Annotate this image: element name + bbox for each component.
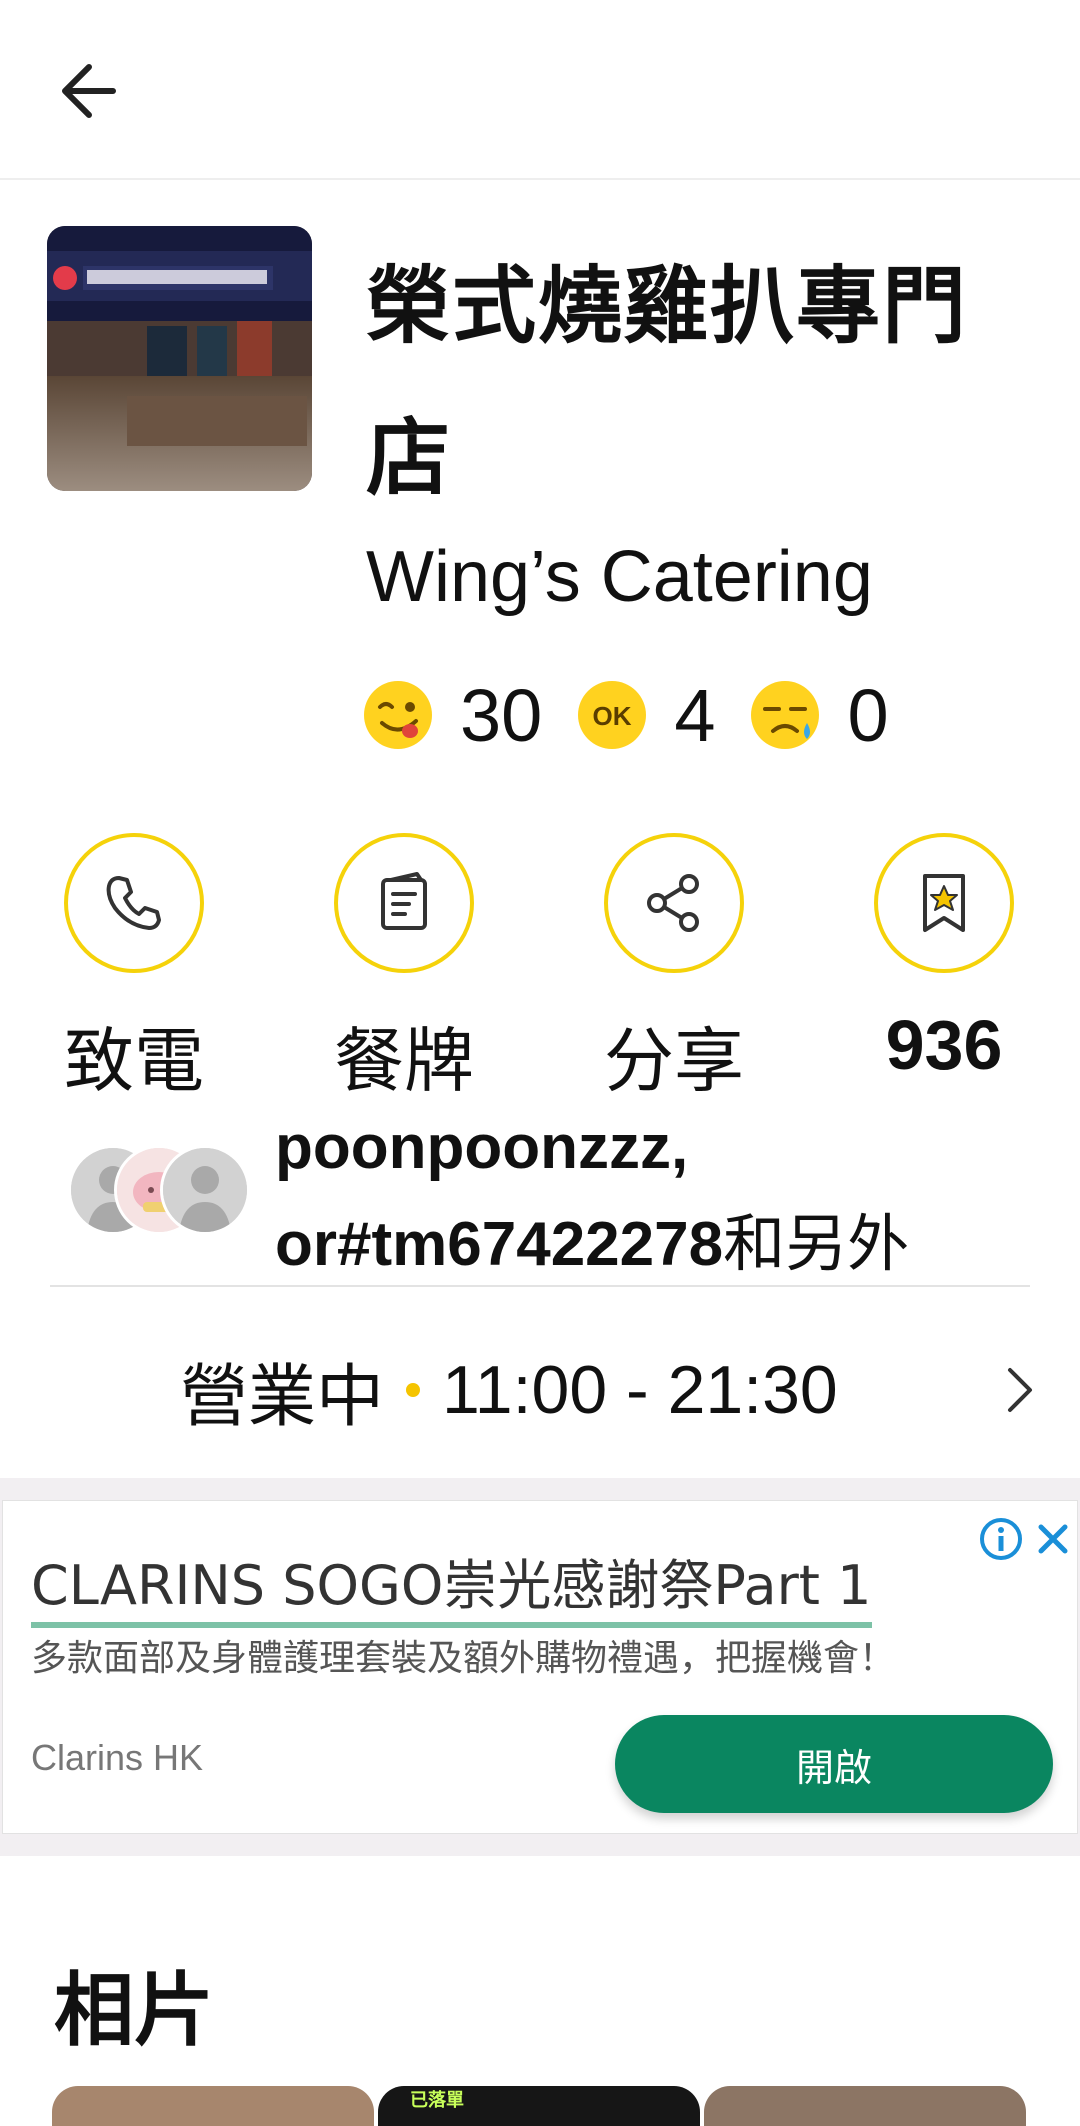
reaction-yummy[interactable]: 30 [362,673,542,758]
ad-open-button[interactable]: 開啟 [615,1715,1053,1813]
menu-label: 餐牌 [334,1020,474,1102]
bookmark-star-icon [923,874,965,932]
back-arrow-icon[interactable] [55,55,127,127]
sad-face-icon [751,681,820,749]
ad-close-icon[interactable] [1033,1517,1073,1561]
avatar [160,1145,250,1235]
reaction-yummy-count: 30 [460,673,543,757]
ad-advertiser: Clarins HK [31,1737,204,1778]
bookmarker-avatars[interactable] [68,1145,250,1235]
reaction-sad-count: 0 [847,673,889,757]
photo-thumbnail[interactable] [704,2086,1026,2126]
opening-time: 11:00 - 21:30 [442,1352,838,1428]
reaction-sad[interactable]: 0 [749,673,889,758]
bookmarked-by-text[interactable]: poonpoonzzz, or#tm67422278和另外 [275,1100,1035,1293]
share-action[interactable]: 分享 [604,833,744,1102]
photo-thumbnail[interactable]: 已落單 [378,2086,700,2126]
ad-title[interactable]: CLARINS SOGO崇光感謝祭Part 1 [31,1541,872,1628]
menu-action[interactable]: 餐牌 [334,833,474,1102]
reaction-ok-count: 4 [674,673,716,757]
ok-face-icon: OK [578,681,647,749]
share-icon [647,874,699,932]
ad-info-icon[interactable] [979,1517,1023,1561]
photo-thumbnail[interactable] [52,2086,374,2126]
chevron-right-icon [1008,1368,1032,1412]
status-dot [406,1383,421,1397]
phone-icon [106,876,161,930]
reaction-ok[interactable]: OK 4 [576,673,715,758]
call-action[interactable]: 致電 [64,833,204,1102]
bookmarker-suffix: 和另外 [723,1207,910,1280]
share-button[interactable] [604,833,744,973]
photos-heading: 相片 [54,1964,214,2057]
restaurant-thumbnail[interactable] [47,226,312,491]
share-label: 分享 [604,1020,744,1102]
open-status: 營業中 [180,1357,385,1437]
bookmark-action[interactable]: 936 [874,833,1014,1084]
app-bar [0,0,1080,180]
bookmarker-names: poonpoonzzz, or#tm67422278 [275,1113,724,1279]
svg-text:OK: OK [593,701,632,731]
call-label: 致電 [64,1020,204,1102]
call-button[interactable] [64,833,204,973]
photo-tag: 已落單 [410,2090,464,2111]
bookmark-button[interactable] [874,833,1014,973]
restaurant-english-name: Wing’s Catering [366,537,873,617]
divider [50,1285,1030,1287]
menu-book-icon [381,872,427,930]
restaurant-name: 榮式燒雞扒專門店 [366,257,969,507]
opening-hours-row[interactable]: 營業中 11:00 - 21:30 [0,1340,1080,1440]
bookmark-count: 936 [885,1006,1003,1084]
ad-description: 多款面部及身體護理套裝及額外購物禮遇，把握機會！ [31,1638,896,1679]
ad-banner[interactable]: CLARINS SOGO崇光感謝祭Part 1 多款面部及身體護理套裝及額外購物… [2,1500,1078,1834]
reaction-summary: 30 OK 4 0 [362,670,923,760]
yummy-face-icon [364,681,432,749]
menu-button[interactable] [334,833,474,973]
